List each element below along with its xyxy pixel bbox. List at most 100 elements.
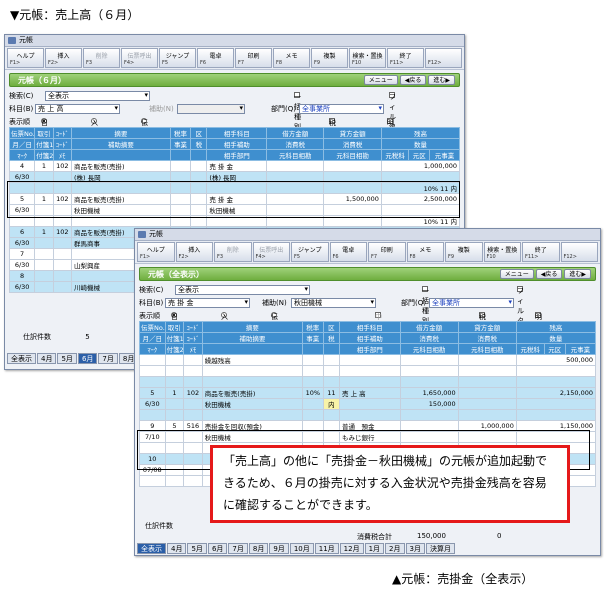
month-tab[interactable]: 決算月 — [425, 543, 455, 554]
month-tab[interactable]: 8月 — [248, 543, 269, 554]
toolbar-fkey: F8 — [276, 60, 283, 66]
month-tab[interactable]: 11月 — [314, 543, 339, 554]
next-button[interactable]: 進む▶ — [428, 75, 455, 85]
table-cell — [52, 259, 72, 271]
tax-total-credit: 0 — [497, 532, 502, 540]
toolbar-button[interactable]: 伝票呼出 F4> — [121, 48, 158, 68]
month-tab[interactable]: 5月 — [187, 543, 207, 554]
toolbar-button[interactable]: 検索・置換 F10 — [483, 242, 521, 262]
toolbar-button[interactable]: 印刷 F7 — [235, 48, 272, 68]
toolbar-button[interactable]: ヘルプ F1> — [137, 242, 175, 262]
table-cell — [301, 409, 324, 421]
table-row[interactable]: 4 1 102 商品を販売(売掛) 売 掛 金 1,000,000 — [8, 160, 461, 172]
column-header: 消費税 — [457, 332, 517, 344]
aux-select[interactable]: 秋田機械 — [291, 298, 376, 308]
month-tab[interactable]: 1月 — [364, 543, 385, 554]
entry-count-label: 仕訳件数 — [145, 522, 173, 530]
toolbar-button[interactable]: 伝票呼出 F4> — [252, 242, 290, 262]
toolbar-button[interactable]: 終了 F11> — [522, 242, 560, 262]
table-cell: 8 — [8, 270, 36, 282]
column-header — [190, 149, 208, 161]
table-cell: 6/30 — [8, 237, 36, 249]
column-header: 数量 — [380, 138, 461, 150]
month-tab[interactable]: 7月 — [98, 353, 118, 364]
toolbar-button[interactable]: 印刷 F7 — [368, 242, 406, 262]
search-select[interactable]: 全表示 — [45, 91, 150, 101]
toolbar-button[interactable]: 電卓 F6 — [329, 242, 367, 262]
toolbar-button-label: 挿入 — [188, 247, 201, 254]
column-header: 消費税 — [323, 138, 382, 150]
toolbar-button[interactable]: 挿入 F2> — [45, 48, 82, 68]
ledger-title: 元帳（全表示） — [148, 270, 204, 279]
dept-select[interactable]: 全事業所 — [429, 298, 514, 308]
toolbar-button-label: 削除 — [226, 247, 239, 254]
month-tab[interactable]: 6月 — [77, 353, 98, 364]
month-tab[interactable]: 6月 — [207, 543, 228, 554]
table-row[interactable] — [139, 376, 597, 388]
column-header: 数量 — [515, 332, 597, 344]
table-row[interactable]: 6/30 秋田機械 内 150,000 — [139, 398, 597, 410]
account-select[interactable]: 売 上 高 — [35, 104, 120, 114]
table-cell: 102 — [183, 387, 203, 399]
window-titlebar: 元帳 — [5, 35, 464, 47]
month-tab[interactable]: 10月 — [289, 543, 314, 554]
table-cell: 2,150,000 — [515, 387, 597, 399]
table-cell — [399, 354, 459, 366]
month-tab[interactable]: 全表示 — [7, 353, 36, 364]
toolbar-button[interactable]: 検索・置換 F10 — [349, 48, 386, 68]
order-label: 表示順 — [9, 118, 30, 126]
back-button[interactable]: ◀戻る — [535, 269, 563, 279]
month-tab[interactable]: 3月 — [405, 543, 425, 554]
month-tab[interactable]: 全表示 — [137, 543, 166, 554]
toolbar-button[interactable]: ジャンプ F5 — [159, 48, 196, 68]
toolbar-fkey: F9 — [314, 60, 321, 66]
column-header — [301, 343, 324, 355]
search-select[interactable]: 全表示 — [175, 285, 310, 295]
next-button[interactable]: 進む▶ — [564, 269, 591, 279]
column-header: 元科目相勘 — [457, 343, 517, 355]
table-row[interactable] — [139, 365, 597, 377]
table-row[interactable]: 5 1 102 商品を販売(売掛) 10% 11 売 上 高 1,650,000 2,150,0… — [139, 387, 597, 399]
column-header: 事業 — [301, 332, 324, 344]
toolbar-button[interactable]: 削除 F3 — [83, 48, 120, 68]
toolbar-button[interactable]: ジャンプ F5 — [291, 242, 329, 262]
table-row[interactable] — [139, 409, 597, 421]
menu-button[interactable]: メニュー — [499, 269, 534, 279]
column-header: 付箋2 — [164, 343, 185, 355]
month-tab[interactable]: 2月 — [385, 543, 405, 554]
toolbar-button[interactable]: メモ F8 — [273, 48, 310, 68]
month-tab[interactable]: 12月 — [339, 543, 364, 554]
table-cell — [164, 376, 185, 388]
toolbar-button-label — [562, 243, 598, 245]
toolbar-button[interactable]: 終了 F11> — [387, 48, 424, 68]
table-cell — [457, 387, 517, 399]
table-cell — [52, 237, 72, 249]
toolbar-button-label: 複製 — [457, 247, 470, 254]
month-tab[interactable]: 5月 — [57, 353, 77, 364]
table-cell: 1,000,000 — [380, 160, 461, 172]
dept-select[interactable]: 全事業所 — [299, 104, 384, 114]
search-label: 検索(C) — [9, 92, 34, 100]
toolbar-button[interactable]: F12> — [560, 242, 598, 262]
month-tab[interactable]: 4月 — [37, 353, 57, 364]
month-tab[interactable]: 4月 — [167, 543, 187, 554]
toolbar-button[interactable]: 削除 F3 — [214, 242, 252, 262]
account-select[interactable]: 売 掛 金 — [165, 298, 250, 308]
dept-label: 部門(Q) — [271, 105, 296, 113]
month-tab[interactable]: 7月 — [228, 543, 248, 554]
toolbar-button[interactable]: メモ F8 — [406, 242, 444, 262]
toolbar-fkey: F11> — [525, 254, 539, 260]
table-row[interactable]: 繰越残高 500,000 — [139, 354, 597, 366]
toolbar-button[interactable]: 複製 F9 — [445, 242, 483, 262]
toolbar-button[interactable]: 電卓 F6 — [197, 48, 234, 68]
back-button[interactable]: ◀戻る — [399, 75, 427, 85]
menu-button[interactable]: メニュー — [363, 75, 398, 85]
toolbar-button[interactable]: 挿入 F2> — [175, 242, 213, 262]
toolbar-button[interactable]: F12> — [425, 48, 462, 68]
table-cell: 商品を販売(売掛) — [70, 160, 171, 172]
toolbar-button[interactable]: 複製 F9 — [311, 48, 348, 68]
column-header: 元事業 — [564, 343, 597, 355]
table-cell — [339, 409, 401, 421]
toolbar-button[interactable]: ヘルプ F1> — [7, 48, 44, 68]
month-tab[interactable]: 9月 — [269, 543, 289, 554]
